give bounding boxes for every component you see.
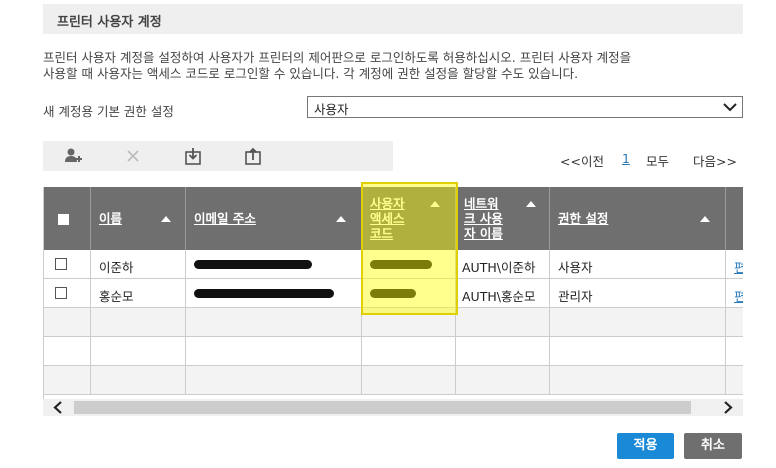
header-permission-label: 권한 설정	[558, 211, 609, 226]
empty-row	[44, 366, 743, 395]
header-email-label: 이메일 주소	[194, 211, 256, 226]
cell-permission: 사용자	[550, 250, 726, 279]
section-title: 프린터 사용자 계정	[57, 15, 162, 30]
pager-next[interactable]: 다음>>	[693, 151, 737, 170]
sort-up-icon	[336, 216, 346, 222]
description-line-2: 사용할 때 사용자는 액세스 코드로 로그인할 수 있습니다. 각 계정에 권한…	[43, 66, 579, 81]
description: 프린터 사용자 계정을 설정하여 사용자가 프린터의 제어판으로 로그인하도록 …	[43, 50, 748, 82]
default-permission-value: 사용자	[314, 102, 349, 117]
description-line-1: 프린터 사용자 계정을 설정하여 사용자가 프린터의 제어판으로 로그인하도록 …	[43, 50, 632, 65]
chevron-down-icon	[723, 103, 737, 112]
header-network-user-line-2: 크 사용	[464, 211, 503, 226]
sort-up-icon	[700, 216, 710, 222]
import-icon[interactable]	[183, 146, 203, 166]
delete-icon[interactable]	[123, 146, 143, 166]
pager-current[interactable]: 1	[622, 151, 630, 166]
cell-name: 홍순모	[91, 279, 186, 308]
header-edit	[726, 187, 743, 250]
header-permission[interactable]: 권한 설정	[550, 187, 726, 250]
redacted-email	[194, 260, 312, 269]
cell-network-user: AUTH\이준하	[456, 250, 550, 279]
scroll-left-icon[interactable]	[43, 399, 72, 416]
header-network-user-line-1: 네트워	[464, 196, 499, 211]
scroll-right-icon[interactable]	[714, 399, 743, 416]
sort-up-icon	[526, 201, 536, 207]
header-email[interactable]: 이메일 주소	[186, 187, 362, 250]
empty-row	[44, 337, 743, 366]
export-icon[interactable]	[243, 146, 263, 166]
header-name[interactable]: 이름	[91, 187, 186, 250]
sort-up-icon	[161, 216, 171, 222]
edit-link[interactable]: 편	[726, 250, 743, 279]
apply-button[interactable]: 적용	[617, 433, 674, 459]
cancel-button[interactable]: 취소	[684, 433, 742, 459]
default-permission-select[interactable]: 사용자	[307, 96, 743, 118]
add-user-icon[interactable]	[63, 146, 83, 166]
section-header: 프린터 사용자 계정	[43, 4, 743, 34]
edit-link[interactable]: 편	[726, 279, 743, 308]
cell-name: 이준하	[91, 250, 186, 279]
header-network-user-line-3: 자 이름	[464, 226, 503, 241]
row-checkbox[interactable]	[55, 287, 67, 299]
cell-network-user: AUTH\홍순모	[456, 279, 550, 308]
select-all-checkbox[interactable]	[58, 214, 69, 225]
header-network-user[interactable]: 네트워 크 사용 자 이름	[456, 187, 550, 250]
cell-permission: 관리자	[550, 279, 726, 308]
default-permission-label: 새 계정용 기본 권한 설정	[43, 104, 174, 119]
scrollbar-thumb[interactable]	[74, 401, 691, 414]
row-checkbox[interactable]	[55, 258, 67, 270]
horizontal-scrollbar[interactable]	[43, 399, 743, 416]
cell-email	[186, 279, 362, 308]
pager-all[interactable]: 모두	[646, 151, 669, 170]
redacted-email	[194, 289, 334, 298]
highlight-overlay	[361, 182, 458, 315]
table-toolbar	[43, 141, 393, 171]
header-select-all	[44, 187, 91, 250]
cell-email	[186, 250, 362, 279]
pager-prev[interactable]: <<이전	[560, 151, 604, 170]
header-name-label: 이름	[99, 211, 123, 226]
